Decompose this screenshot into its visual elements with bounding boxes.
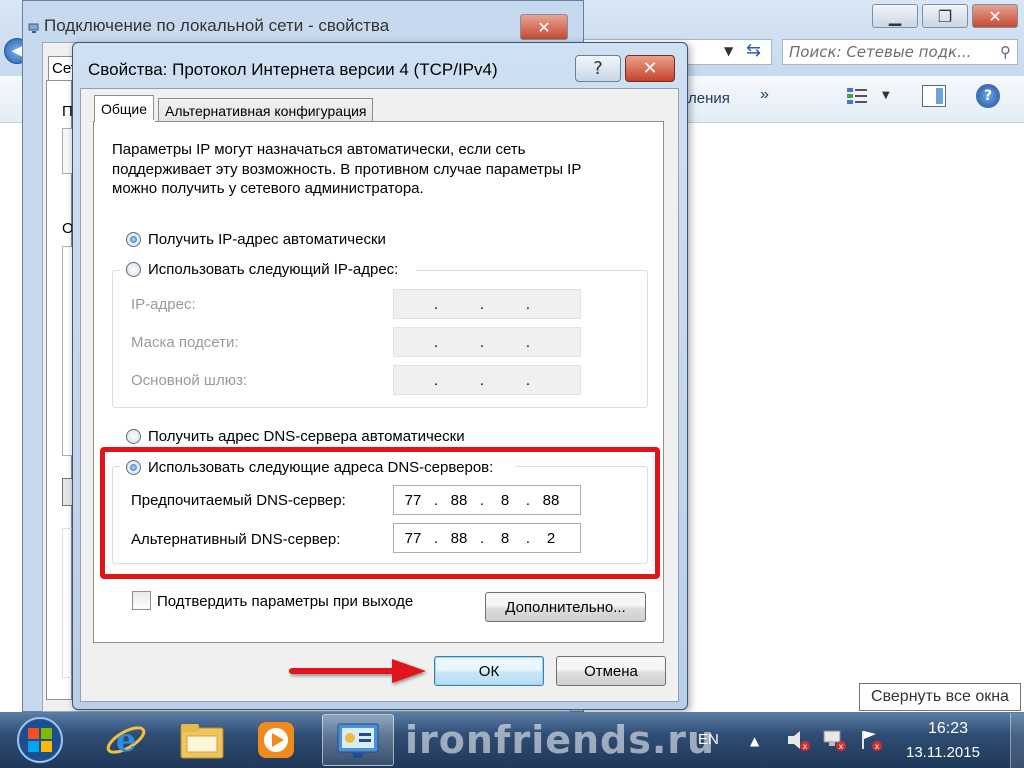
minimize-icon: ▁ [888, 6, 902, 26]
minimize-button[interactable]: ▁ [872, 4, 918, 28]
description-line-3: можно получить у сетевого администратора… [112, 180, 424, 197]
search-icon: ⚲ [1000, 43, 1011, 61]
advanced-button[interactable]: Дополнительно... [485, 592, 646, 622]
ip-auto-label[interactable]: Получить IP-адрес автоматически [148, 231, 386, 248]
explorer-folder-icon[interactable] [172, 714, 232, 766]
search-placeholder: Поиск: Сетевые подк... [789, 43, 972, 61]
view-options-icon[interactable] [846, 86, 868, 106]
ip-auto-radio[interactable] [126, 232, 141, 247]
validate-label[interactable]: Подтвердить параметры при выходе [157, 593, 413, 610]
ip-address-label: IP-адрес: [131, 296, 196, 313]
show-hidden-icons-icon[interactable]: ▲ [750, 734, 759, 748]
svg-text:x: x [803, 742, 808, 751]
svg-text:x: x [875, 742, 880, 751]
network-control-panel-icon[interactable] [322, 714, 394, 766]
ok-button[interactable]: ОК [434, 656, 544, 686]
connection-window-title: Подключение по локальной сети - свойства [44, 16, 390, 35]
command-bar-partial-label[interactable]: ления [688, 90, 730, 107]
show-desktop-tooltip: Свернуть все окна [859, 683, 1021, 711]
ip-manual-radio[interactable] [126, 262, 141, 277]
view-dropdown-icon[interactable]: ▼ [882, 90, 890, 101]
action-center-flag-icon[interactable]: x [858, 728, 884, 752]
close-icon: ✕ [537, 17, 551, 37]
tab-general-label: Общие [101, 101, 148, 117]
restore-icon: ❐ [937, 6, 953, 26]
subnet-mask-label: Маска подсети: [131, 334, 239, 351]
dns-highlight-frame [100, 447, 660, 579]
radio-selected-dot [130, 236, 137, 243]
clock-date[interactable]: 13.11.2015 [906, 744, 980, 761]
internet-explorer-icon[interactable]: e [96, 714, 156, 766]
default-gateway-field: ... [393, 365, 581, 395]
dialog-title: Свойства: Протокол Интернета версии 4 (T… [88, 60, 498, 79]
explorer-close-button[interactable]: ✕ [972, 4, 1018, 28]
tab-alternate-config-label: Альтернативная конфигурация [165, 102, 367, 119]
svg-text:e: e [116, 721, 136, 759]
advanced-button-label: Дополнительно... [505, 598, 626, 616]
ok-button-label: ОК [478, 662, 500, 680]
site-watermark: ironfriends.ru [405, 718, 716, 762]
help-icon[interactable]: ? [976, 84, 1000, 108]
description-line-2: поддерживает эту возможность. В противно… [112, 161, 582, 178]
validate-checkbox[interactable] [132, 591, 151, 610]
preview-pane-icon[interactable] [922, 85, 946, 107]
language-indicator[interactable]: EN [698, 731, 719, 748]
back-arrow-icon: ◀ [11, 43, 23, 59]
subnet-mask-field: ... [393, 327, 581, 357]
volume-muted-icon[interactable]: x [786, 728, 812, 752]
dialog-help-button[interactable]: ? [575, 55, 621, 82]
tab-general[interactable]: Общие [94, 95, 155, 122]
dns-auto-radio[interactable] [126, 429, 141, 444]
show-desktop-button[interactable] [1010, 713, 1024, 768]
maximize-button[interactable]: ❐ [922, 4, 968, 28]
search-input[interactable]: Поиск: Сетевые подк... ⚲ [782, 39, 1018, 65]
ip-address-field: ... [393, 289, 581, 319]
default-gateway-label: Основной шлюз: [131, 372, 248, 389]
red-arrow-annotation [289, 659, 426, 683]
address-dropdown-icon[interactable]: ▼ [724, 44, 733, 58]
help-icon: ? [593, 58, 603, 79]
command-bar-overflow-icon[interactable]: » [760, 86, 769, 104]
dns-auto-label[interactable]: Получить адрес DNS-сервера автоматически [148, 428, 465, 445]
cancel-button-label: Отмена [584, 662, 638, 680]
network-error-icon[interactable]: x [822, 728, 848, 752]
refresh-icon[interactable]: ⇆ [746, 40, 761, 61]
media-player-icon[interactable] [246, 714, 306, 766]
cancel-button[interactable]: Отмена [556, 656, 666, 686]
connection-close-button[interactable]: ✕ [520, 14, 568, 40]
description-line-1: Параметры IP могут назначаться автоматич… [112, 141, 526, 158]
dialog-close-button[interactable]: ✕ [625, 55, 675, 82]
close-icon: ✕ [988, 6, 1002, 26]
svg-text:x: x [839, 742, 844, 751]
network-icon [28, 22, 40, 34]
start-orb-icon[interactable] [10, 714, 70, 766]
ip-manual-label[interactable]: Использовать следующий IP-адрес: [148, 261, 398, 278]
close-icon: ✕ [642, 58, 658, 79]
tab-alternate-config[interactable]: Альтернативная конфигурация [158, 98, 374, 122]
clock-time[interactable]: 16:23 [928, 720, 968, 738]
active-tab-joiner [95, 120, 155, 123]
